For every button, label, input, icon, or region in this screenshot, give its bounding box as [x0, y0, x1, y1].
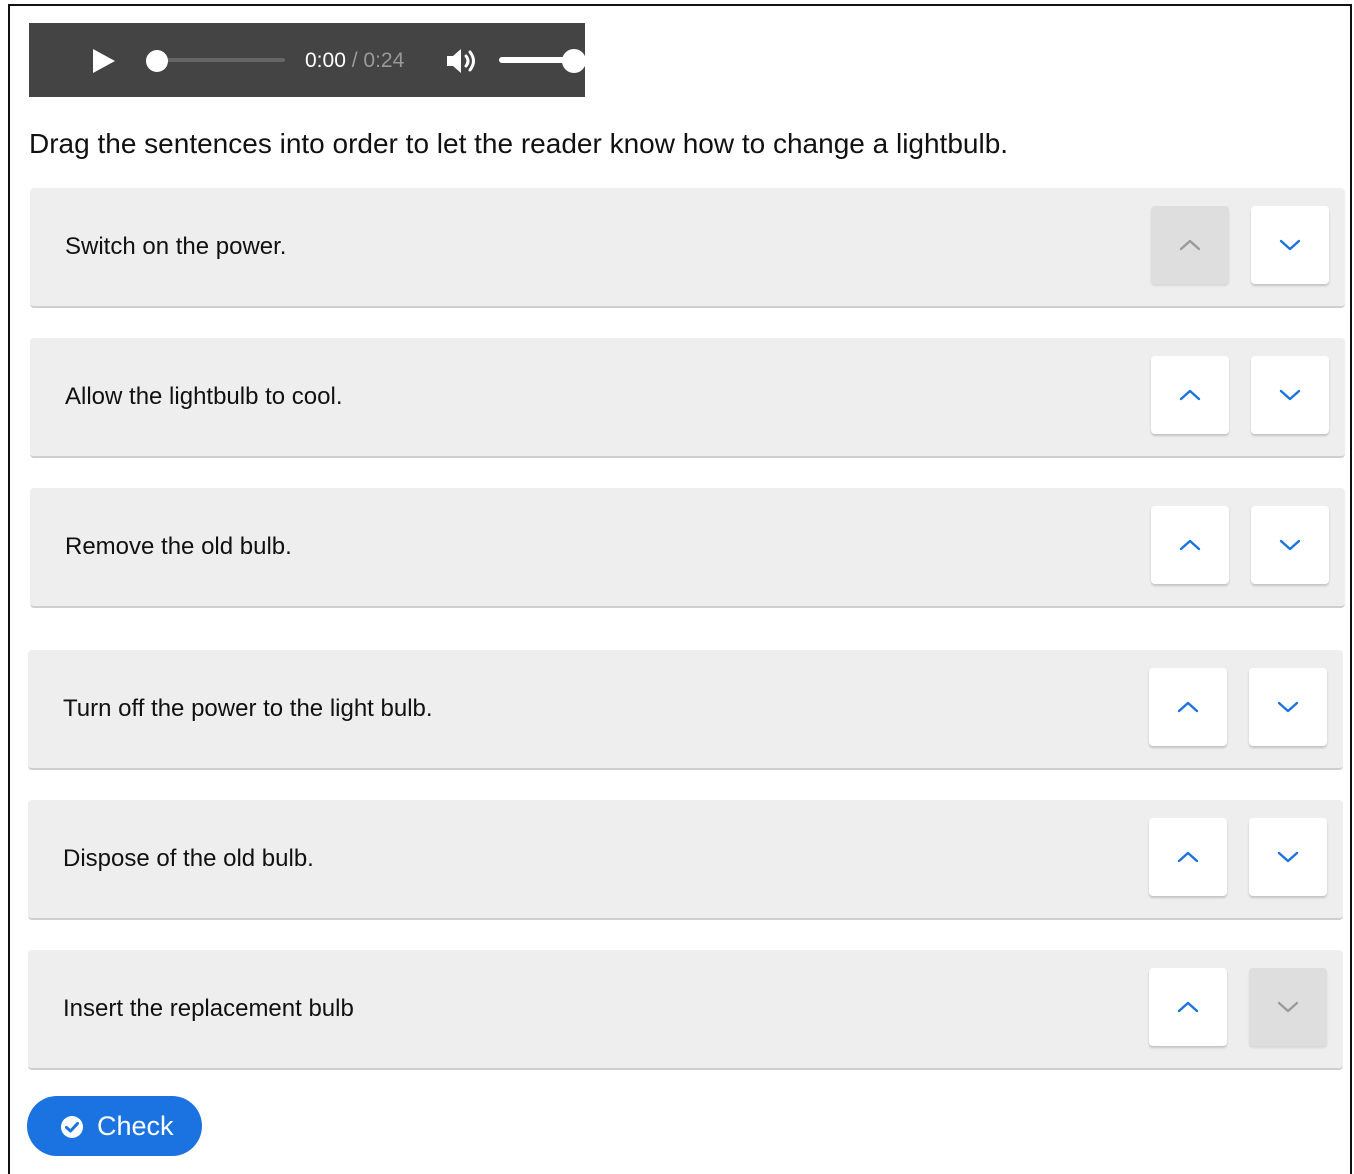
chevron-down-icon: [1279, 389, 1301, 401]
move-up-button[interactable]: [1151, 356, 1229, 434]
chevron-up-icon: [1179, 539, 1201, 551]
move-down-button[interactable]: [1249, 818, 1327, 896]
duration: 0:24: [363, 49, 405, 72]
sortable-item[interactable]: Switch on the power.: [30, 188, 1345, 308]
chevron-up-icon: [1177, 701, 1199, 713]
move-up-button[interactable]: [1151, 506, 1229, 584]
check-button[interactable]: Check: [27, 1096, 202, 1156]
check-circle-icon: [61, 1116, 83, 1138]
item-label: Switch on the power.: [65, 233, 287, 260]
volume-icon: [447, 49, 475, 73]
move-up-button[interactable]: [1149, 968, 1227, 1046]
play-icon: [93, 49, 115, 73]
move-down-button[interactable]: [1249, 668, 1327, 746]
chevron-down-icon: [1277, 1001, 1299, 1013]
move-up-button[interactable]: [1149, 818, 1227, 896]
audio-player: 0:00 / 0:24: [29, 23, 586, 97]
play-button[interactable]: [91, 49, 115, 73]
sortable-item[interactable]: Allow the lightbulb to cool.: [30, 338, 1345, 458]
chevron-down-icon: [1279, 239, 1301, 251]
sortable-item[interactable]: Remove the old bulb.: [30, 488, 1345, 608]
item-label: Allow the lightbulb to cool.: [65, 383, 343, 410]
chevron-up-icon: [1177, 851, 1199, 863]
move-up-button[interactable]: [1151, 206, 1229, 284]
volume-thumb[interactable]: [562, 49, 586, 73]
move-up-button[interactable]: [1149, 668, 1227, 746]
seek-bar[interactable]: [155, 58, 285, 62]
move-down-button[interactable]: [1251, 506, 1329, 584]
seek-thumb[interactable]: [146, 50, 168, 72]
chevron-down-icon: [1277, 851, 1299, 863]
chevron-up-icon: [1179, 389, 1201, 401]
time-display: 0:00 / 0:24: [305, 47, 404, 75]
chevron-down-icon: [1277, 701, 1299, 713]
current-time: 0:00: [305, 49, 346, 72]
chevron-up-icon: [1177, 1001, 1199, 1013]
move-down-button[interactable]: [1251, 206, 1329, 284]
time-separator: /: [351, 49, 358, 72]
check-label: Check: [97, 1111, 174, 1141]
item-label: Dispose of the old bulb.: [63, 845, 314, 872]
item-label: Insert the replacement bulb: [63, 995, 354, 1022]
move-down-button[interactable]: [1249, 968, 1327, 1046]
sortable-item[interactable]: Dispose of the old bulb.: [28, 800, 1343, 920]
chevron-down-icon: [1279, 539, 1301, 551]
instruction-text: Drag the sentences into order to let the…: [29, 128, 1009, 159]
item-label: Turn off the power to the light bulb.: [63, 695, 433, 722]
mute-button[interactable]: [446, 47, 480, 75]
item-label: Remove the old bulb.: [65, 533, 292, 560]
sortable-item[interactable]: Turn off the power to the light bulb.: [28, 650, 1343, 770]
sortable-item[interactable]: Insert the replacement bulb: [28, 950, 1343, 1070]
chevron-up-icon: [1179, 239, 1201, 251]
move-down-button[interactable]: [1251, 356, 1329, 434]
